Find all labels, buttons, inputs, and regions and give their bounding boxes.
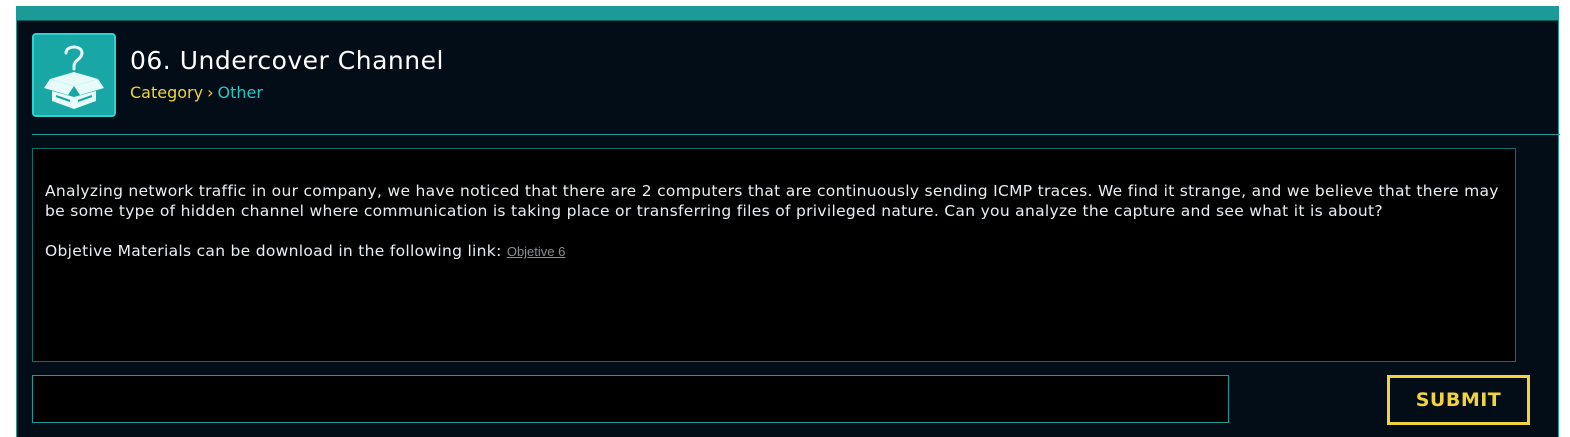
challenge-panel: 06. Undercover Channel Category › Other An…	[16, 6, 1560, 437]
description-paragraph: Analyzing network traffic in our company…	[45, 182, 1499, 220]
question-box-icon	[44, 45, 104, 109]
materials-text: Objetive Materials can be download in th…	[45, 242, 507, 260]
category-breadcrumb: Category › Other	[130, 83, 263, 102]
challenge-description: Analyzing network traffic in our company…	[32, 148, 1516, 362]
category-value: Other	[217, 83, 263, 102]
breadcrumb-separator: ›	[207, 83, 214, 102]
submit-button[interactable]: SUBMIT	[1387, 375, 1530, 425]
objective-download-link[interactable]: Objetive 6	[507, 244, 566, 259]
category-label: Category	[130, 83, 204, 102]
flag-answer-input[interactable]	[32, 375, 1229, 423]
header-divider	[32, 134, 1560, 135]
panel-top-border	[17, 20, 1558, 21]
challenge-title: 06. Undercover Channel	[130, 46, 444, 75]
materials-line: Objetive Materials can be download in th…	[45, 241, 1503, 262]
category-icon-box	[32, 33, 116, 117]
